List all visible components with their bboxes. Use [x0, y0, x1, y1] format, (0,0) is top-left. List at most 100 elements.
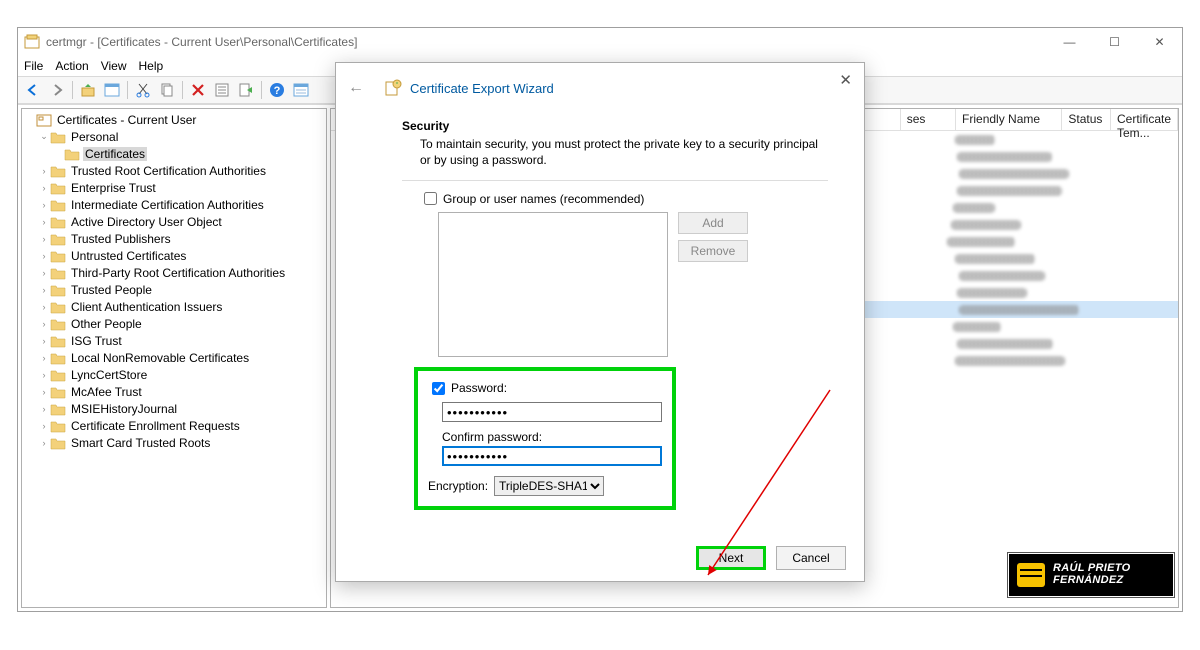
confirm-password-input[interactable]	[442, 446, 662, 466]
folder-icon	[50, 198, 66, 212]
tree-item[interactable]: › Certificate Enrollment Requests	[22, 417, 326, 434]
minimize-button[interactable]: —	[1047, 28, 1092, 56]
dialog-close-button[interactable]: ✕	[839, 71, 852, 89]
copy-button[interactable]	[156, 79, 178, 101]
properties-button[interactable]	[211, 79, 233, 101]
tree-label: Intermediate Certification Authorities	[69, 198, 266, 212]
group-users-checkbox[interactable]	[424, 192, 437, 205]
expander-icon[interactable]: ›	[38, 404, 50, 414]
expander-icon[interactable]: ›	[38, 251, 50, 261]
menu-action[interactable]: Action	[55, 59, 88, 73]
folder-icon	[50, 334, 66, 348]
expander-icon[interactable]: ›	[38, 353, 50, 363]
group-users-label: Group or user names (recommended)	[443, 192, 644, 206]
encryption-select[interactable]: TripleDES-SHA1	[494, 476, 604, 496]
wizard-header: ← Certificate Export Wizard	[336, 63, 864, 113]
expander-icon[interactable]: ›	[38, 387, 50, 397]
tree-item[interactable]: › McAfee Trust	[22, 383, 326, 400]
tree-item[interactable]: ›Trusted Publishers	[22, 230, 326, 247]
window-controls: — ☐ ✕	[1047, 28, 1182, 56]
tree-certificates[interactable]: Certificates	[22, 145, 326, 162]
password-input[interactable]	[442, 402, 662, 422]
tree-label: LyncCertStore	[69, 368, 149, 382]
menu-view[interactable]: View	[101, 59, 127, 73]
close-button[interactable]: ✕	[1137, 28, 1182, 56]
folder-icon	[50, 300, 66, 314]
col-status[interactable]: Status	[1062, 109, 1111, 130]
folder-icon	[50, 181, 66, 195]
cut-button[interactable]	[132, 79, 154, 101]
tree-item[interactable]: › Intermediate Certification Authorities	[22, 196, 326, 213]
folder-icon	[50, 232, 66, 246]
cancel-button[interactable]: Cancel	[776, 546, 846, 570]
tree-item[interactable]: › MSIEHistoryJournal	[22, 400, 326, 417]
back-button[interactable]	[22, 79, 44, 101]
tree-root[interactable]: Certificates - Current User	[22, 111, 326, 128]
expander-icon[interactable]: ›	[38, 166, 50, 176]
col-friendly[interactable]: Friendly Name	[956, 109, 1062, 130]
col-template[interactable]: Certificate Tem...	[1111, 109, 1178, 130]
expander-icon[interactable]: ›	[38, 370, 50, 380]
export-wizard-dialog: ✕ ← Certificate Export Wizard Security T…	[335, 62, 865, 582]
tree-item[interactable]: ›Trusted People	[22, 281, 326, 298]
folder-icon	[50, 249, 66, 263]
tree-label: ISG Trust	[69, 334, 124, 348]
expander-icon[interactable]: ›	[38, 217, 50, 227]
expander-icon[interactable]: ›	[38, 268, 50, 278]
expander-icon[interactable]: ›	[38, 438, 50, 448]
tree-item[interactable]: › Active Directory User Object	[22, 213, 326, 230]
show-hide-tree-button[interactable]	[101, 79, 123, 101]
tree-item[interactable]: › Third-Party Root Certification Authorit…	[22, 264, 326, 281]
col-purposes-tail[interactable]: ses	[900, 109, 956, 130]
folder-icon	[50, 436, 66, 450]
tree-label: Certificate Enrollment Requests	[69, 419, 242, 433]
wizard-buttons: Next Cancel	[336, 533, 864, 581]
confirm-password-label: Confirm password:	[442, 430, 662, 444]
tree-item[interactable]: ›Smart Card Trusted Roots	[22, 434, 326, 451]
tree-item[interactable]: › Local NonRemovable Certificates	[22, 349, 326, 366]
password-checkbox[interactable]	[432, 382, 445, 395]
expander-icon[interactable]: ›	[38, 336, 50, 346]
up-button[interactable]	[77, 79, 99, 101]
folder-icon	[50, 317, 66, 331]
expander-icon[interactable]: ›	[38, 302, 50, 312]
expander-icon[interactable]: ›	[38, 200, 50, 210]
tree-pane[interactable]: Certificates - Current User ⌄ Personal C…	[21, 108, 327, 608]
forward-button[interactable]	[46, 79, 68, 101]
tree-item[interactable]: ›Other People	[22, 315, 326, 332]
expander-icon[interactable]: ›	[38, 183, 50, 193]
next-button[interactable]: Next	[696, 546, 766, 570]
menu-file[interactable]: File	[24, 59, 43, 73]
add-user-button: Add	[678, 212, 748, 234]
maximize-button[interactable]: ☐	[1092, 28, 1137, 56]
delete-button[interactable]	[187, 79, 209, 101]
tree-label: Active Directory User Object	[69, 215, 224, 229]
tree-item[interactable]: ›Enterprise Trust	[22, 179, 326, 196]
back-arrow-icon[interactable]: ←	[348, 79, 368, 97]
tree-label: Local NonRemovable Certificates	[69, 351, 251, 365]
tree-label: MSIEHistoryJournal	[69, 402, 179, 416]
tree-item[interactable]: ›Trusted Root Certification Authorities	[22, 162, 326, 179]
cert-store-icon	[36, 113, 52, 127]
tree-item[interactable]: ›Untrusted Certificates	[22, 247, 326, 264]
folder-icon	[50, 283, 66, 297]
expander-icon[interactable]: ⌄	[38, 131, 50, 142]
expander-icon[interactable]: ›	[38, 285, 50, 295]
tree-label: Third-Party Root Certification Authoriti…	[69, 266, 287, 280]
titlebar: certmgr - [Certificates - Current User\P…	[18, 28, 1182, 56]
export-button[interactable]	[235, 79, 257, 101]
tree-item[interactable]: ›Client Authentication Issuers	[22, 298, 326, 315]
expander-icon[interactable]: ›	[38, 319, 50, 329]
tree-item[interactable]: › LyncCertStore	[22, 366, 326, 383]
user-listbox[interactable]	[438, 212, 668, 357]
folder-icon	[50, 402, 66, 416]
help-button[interactable]: ?	[266, 79, 288, 101]
tree-item[interactable]: › ISG Trust	[22, 332, 326, 349]
brand-badge: RAÚL PRIETO FERNÁNDEZ	[1008, 553, 1174, 597]
tree-personal[interactable]: ⌄ Personal	[22, 128, 326, 145]
expander-icon[interactable]: ›	[38, 421, 50, 431]
menu-help[interactable]: Help	[139, 59, 164, 73]
refresh-button[interactable]	[290, 79, 312, 101]
tree-label: McAfee Trust	[69, 385, 144, 399]
expander-icon[interactable]: ›	[38, 234, 50, 244]
